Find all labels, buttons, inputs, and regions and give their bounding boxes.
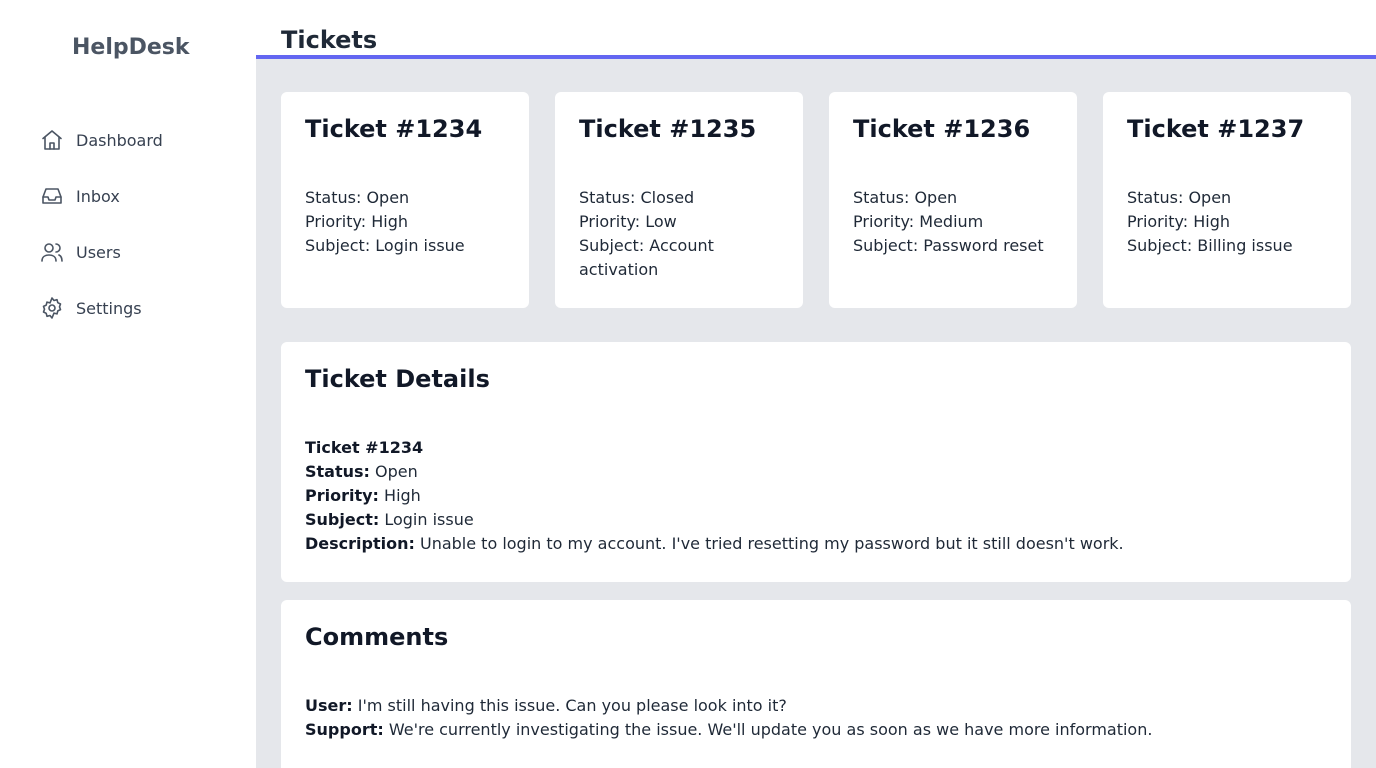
ticket-status: Status: Open bbox=[305, 188, 410, 207]
comment-item: User: I'm still having this issue. Can y… bbox=[305, 694, 1327, 718]
ticket-details-title: Ticket Details bbox=[305, 365, 490, 393]
ticket-priority: Priority: Low bbox=[579, 212, 677, 231]
home-icon bbox=[40, 128, 64, 152]
comments-panel: Comments User: I'm still having this iss… bbox=[281, 600, 1351, 768]
ticket-title: Ticket #1234 bbox=[305, 115, 483, 143]
comment-text: I'm still having this issue. Can you ple… bbox=[357, 696, 787, 715]
details-ticket-id: Ticket #1234 bbox=[305, 438, 424, 457]
users-icon bbox=[40, 240, 64, 264]
ticket-subject: Subject: Account activation bbox=[579, 236, 714, 279]
ticket-priority: Priority: Medium bbox=[853, 212, 984, 231]
main-area: Tickets Ticket #1234 Status: Open Priori… bbox=[256, 0, 1376, 768]
ticket-details-panel: Ticket Details Ticket #1234 Status: Open… bbox=[281, 342, 1351, 582]
top-header: Tickets bbox=[256, 0, 1376, 59]
comment-author: Support: bbox=[305, 720, 384, 739]
details-status-value: Open bbox=[375, 462, 418, 481]
ticket-subject: Subject: Password reset bbox=[853, 236, 1044, 255]
content: Ticket #1234 Status: Open Priority: High… bbox=[256, 59, 1376, 768]
sidebar-item-settings[interactable]: Settings bbox=[0, 280, 256, 336]
details-subject-value: Login issue bbox=[384, 510, 474, 529]
ticket-title: Ticket #1237 bbox=[1127, 115, 1305, 143]
page-title: Tickets bbox=[281, 26, 378, 54]
sidebar-item-label: Settings bbox=[76, 298, 142, 318]
gear-icon bbox=[40, 296, 64, 320]
details-subject: Subject: Login issue bbox=[305, 508, 1327, 532]
ticket-priority: Priority: High bbox=[305, 212, 409, 231]
ticket-status: Status: Closed bbox=[579, 188, 695, 207]
ticket-status: Status: Open bbox=[1127, 188, 1232, 207]
details-description: Description: Unable to login to my accou… bbox=[305, 532, 1327, 556]
app-root: HelpDesk Dashboard Inbox Users Settings … bbox=[0, 0, 1376, 768]
ticket-subject: Subject: Billing issue bbox=[1127, 236, 1293, 255]
ticket-title: Ticket #1236 bbox=[853, 115, 1031, 143]
comments-title: Comments bbox=[305, 623, 449, 651]
details-subject-label: Subject: bbox=[305, 510, 380, 529]
comment-author: User: bbox=[305, 696, 353, 715]
sidebar-item-label: Dashboard bbox=[76, 130, 163, 150]
sidebar-item-dashboard[interactable]: Dashboard bbox=[0, 112, 256, 168]
sidebar-item-users[interactable]: Users bbox=[0, 224, 256, 280]
details-priority-value: High bbox=[384, 486, 421, 505]
details-priority-label: Priority: bbox=[305, 486, 379, 505]
ticket-title: Ticket #1235 bbox=[579, 115, 757, 143]
ticket-card[interactable]: Ticket #1235 Status: Closed Priority: Lo… bbox=[555, 92, 803, 308]
details-status-label: Status: bbox=[305, 462, 370, 481]
sidebar-nav: Dashboard Inbox Users Settings bbox=[0, 112, 256, 336]
details-description-label: Description: bbox=[305, 534, 415, 553]
ticket-card[interactable]: Ticket #1237 Status: Open Priority: High… bbox=[1103, 92, 1351, 308]
ticket-subject: Subject: Login issue bbox=[305, 236, 465, 255]
ticket-cards: Ticket #1234 Status: Open Priority: High… bbox=[281, 92, 1351, 308]
comment-item: Support: We're currently investigating t… bbox=[305, 718, 1327, 742]
sidebar-item-label: Inbox bbox=[76, 186, 120, 206]
inbox-icon bbox=[40, 184, 64, 208]
sidebar: HelpDesk Dashboard Inbox Users Settings bbox=[0, 0, 256, 768]
brand-logo[interactable]: HelpDesk bbox=[0, 0, 256, 80]
sidebar-item-label: Users bbox=[76, 242, 121, 262]
ticket-card[interactable]: Ticket #1234 Status: Open Priority: High… bbox=[281, 92, 529, 308]
ticket-status: Status: Open bbox=[853, 188, 958, 207]
ticket-priority: Priority: High bbox=[1127, 212, 1231, 231]
ticket-card[interactable]: Ticket #1236 Status: Open Priority: Medi… bbox=[829, 92, 1077, 308]
details-status: Status: Open bbox=[305, 460, 1327, 484]
sidebar-item-inbox[interactable]: Inbox bbox=[0, 168, 256, 224]
details-description-value: Unable to login to my account. I've trie… bbox=[419, 534, 1124, 553]
comment-text: We're currently investigating the issue.… bbox=[388, 720, 1153, 739]
details-priority: Priority: High bbox=[305, 484, 1327, 508]
